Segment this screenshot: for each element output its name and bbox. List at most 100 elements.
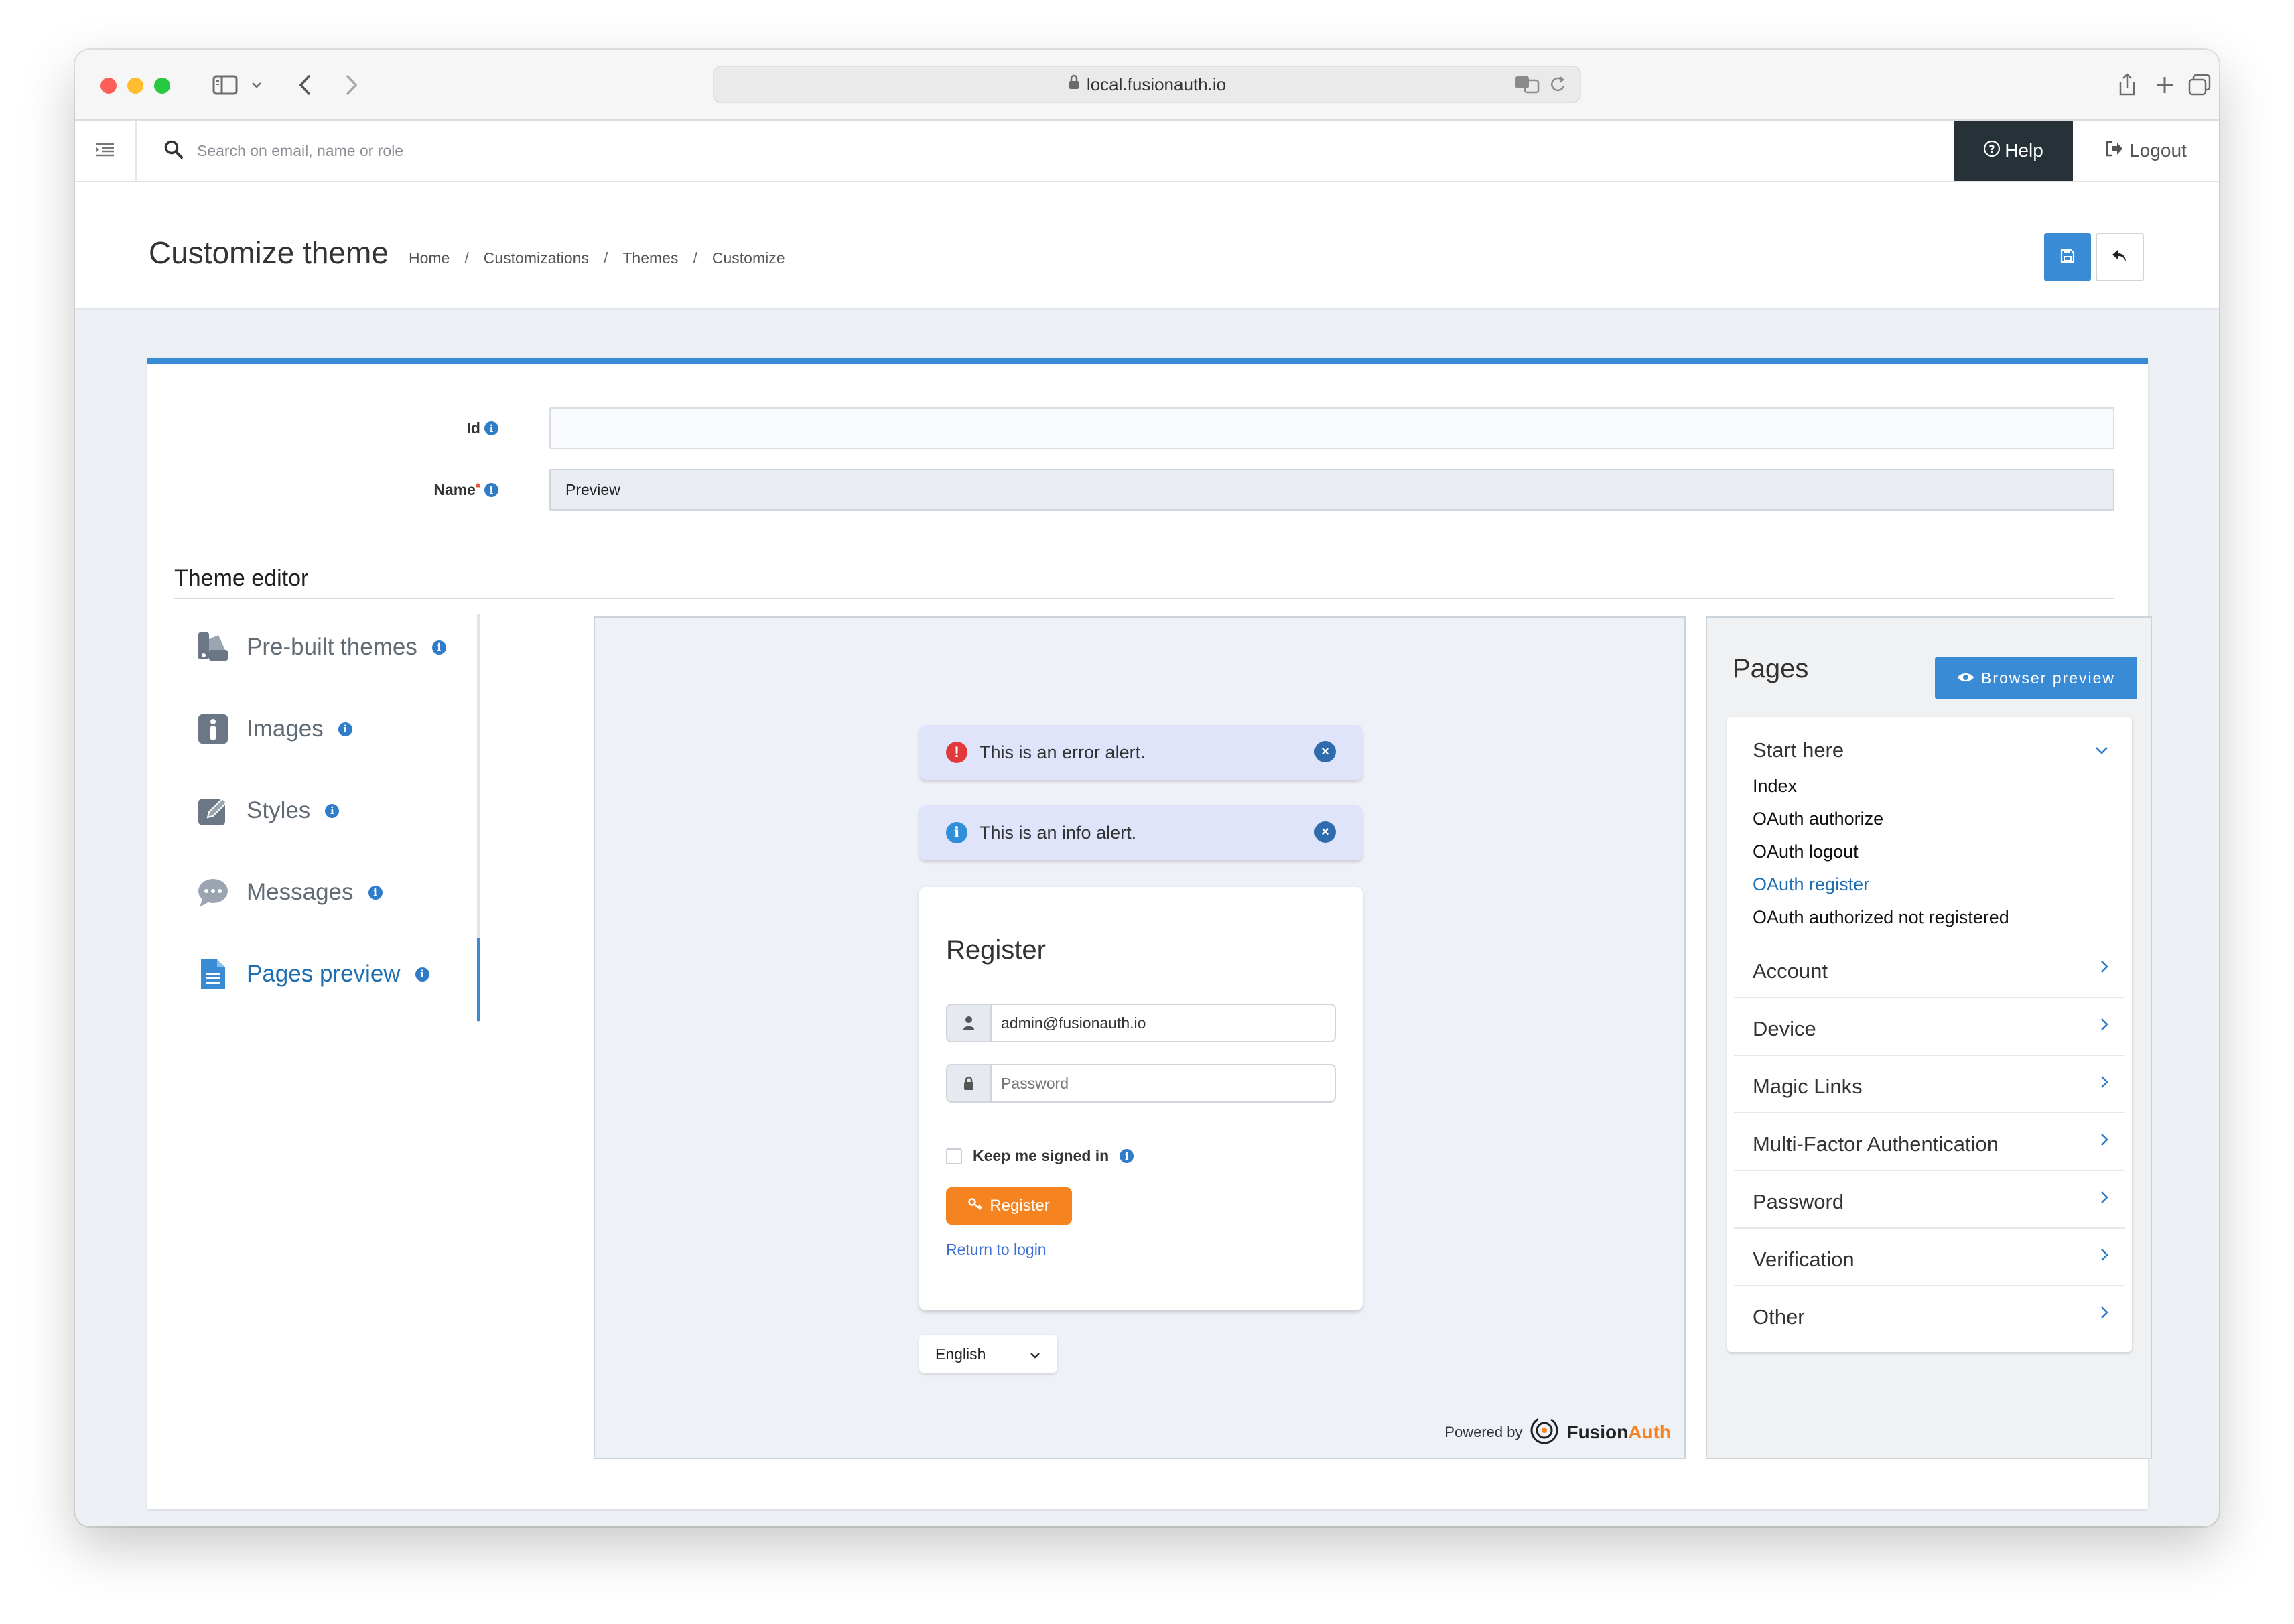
- breadcrumb-customizations[interactable]: Customizations: [484, 249, 589, 267]
- page-item-oauth-authorize[interactable]: OAuth authorize: [1753, 809, 1883, 829]
- zoom-window-button[interactable]: [154, 78, 170, 94]
- info-icon[interactable]: i: [484, 483, 498, 497]
- info-icon[interactable]: i: [415, 967, 429, 982]
- pages-panel: Pages Browser preview Start here Index O…: [1706, 616, 2152, 1459]
- info-icon[interactable]: i: [338, 722, 352, 736]
- info-circle-icon: i: [946, 822, 967, 843]
- nav-item-messages[interactable]: Messages i: [194, 872, 383, 912]
- breadcrumb-customize: Customize: [712, 249, 785, 267]
- app-header: ? Help Logout: [75, 121, 2219, 182]
- return-to-login-link[interactable]: Return to login: [946, 1241, 1047, 1259]
- divider: [1734, 1112, 2125, 1113]
- undo-arrow-icon: [2111, 249, 2129, 267]
- breadcrumb-home[interactable]: Home: [409, 249, 450, 267]
- page-item-oauth-authorized-not-registered[interactable]: OAuth authorized not registered: [1753, 907, 2009, 928]
- info-icon[interactable]: i: [1120, 1149, 1134, 1163]
- chevron-down-icon: [1029, 1345, 1041, 1363]
- nav-item-images[interactable]: Images i: [194, 709, 352, 749]
- nav-label: Messages: [247, 879, 354, 905]
- language-select[interactable]: English: [919, 1335, 1057, 1373]
- translate-icon[interactable]: [1514, 74, 1541, 100]
- group-verification[interactable]: Verification: [1753, 1247, 1854, 1272]
- info-icon[interactable]: i: [431, 640, 446, 655]
- logout-button[interactable]: Logout: [2073, 121, 2219, 181]
- browser-preview-button[interactable]: Browser preview: [1935, 657, 2137, 699]
- nav-item-pages-preview[interactable]: Pages preview i: [194, 954, 429, 994]
- chevron-right-icon[interactable]: [2100, 1131, 2109, 1152]
- nav-label: Styles: [247, 797, 311, 823]
- chevron-right-icon[interactable]: [2100, 958, 2109, 979]
- nav-item-pre-built-themes[interactable]: Pre-built themes i: [194, 627, 446, 667]
- group-magic-links[interactable]: Magic Links: [1753, 1075, 1863, 1099]
- keep-signed-in-row: Keep me signed in i: [946, 1147, 1134, 1165]
- url-text: local.fusionauth.io: [1086, 74, 1227, 94]
- info-square-icon: [194, 710, 232, 748]
- divider: [1734, 1227, 2125, 1229]
- keep-signed-in-checkbox[interactable]: [946, 1148, 962, 1164]
- nav-label: Images: [247, 716, 324, 742]
- password-input-group: [946, 1064, 1336, 1103]
- sidebar-toggle-icon[interactable]: [206, 68, 244, 102]
- register-button[interactable]: Register: [946, 1187, 1072, 1225]
- cancel-back-button[interactable]: [2096, 233, 2144, 281]
- group-multi-factor-authentication[interactable]: Multi-Factor Authentication: [1753, 1132, 1999, 1156]
- id-field[interactable]: [549, 407, 2114, 449]
- register-title: Register: [946, 935, 1046, 965]
- id-label: Id i: [364, 419, 498, 437]
- chevron-right-icon[interactable]: [2100, 1246, 2109, 1267]
- language-value: English: [935, 1345, 986, 1363]
- pages-list: Start here Index OAuth authorize OAuth l…: [1727, 717, 2132, 1352]
- info-icon[interactable]: i: [325, 803, 340, 818]
- pages-title: Pages: [1733, 654, 1809, 683]
- email-field[interactable]: [1001, 1005, 1329, 1041]
- name-label-text: Name: [433, 481, 476, 498]
- chevron-right-icon[interactable]: [2100, 1304, 2109, 1325]
- info-icon[interactable]: i: [368, 885, 383, 900]
- breadcrumb: Home / Customizations / Themes / Customi…: [409, 249, 785, 267]
- chevron-right-icon[interactable]: [2100, 1189, 2109, 1209]
- name-field[interactable]: [549, 469, 2114, 511]
- address-bar[interactable]: local.fusionauth.io: [713, 66, 1581, 103]
- group-other[interactable]: Other: [1753, 1305, 1805, 1329]
- page-item-index[interactable]: Index: [1753, 776, 1797, 797]
- search-input[interactable]: [197, 135, 800, 166]
- share-icon[interactable]: [2110, 68, 2144, 102]
- group-start-here[interactable]: Start here: [1753, 738, 1844, 762]
- error-alert-text: This is an error alert.: [980, 742, 1146, 762]
- error-alert: ! This is an error alert. ×: [919, 725, 1363, 780]
- nav-label: Pages preview: [247, 961, 401, 987]
- breadcrumb-separator: /: [693, 249, 697, 267]
- info-icon[interactable]: i: [484, 421, 498, 435]
- breadcrumb-themes[interactable]: Themes: [622, 249, 678, 267]
- menu-toggle-button[interactable]: [75, 121, 137, 181]
- chevron-down-icon[interactable]: [247, 68, 267, 102]
- nav-item-styles[interactable]: Styles i: [194, 791, 340, 831]
- chevron-right-icon[interactable]: [2100, 1016, 2109, 1036]
- nav-label: Pre-built themes: [247, 634, 417, 660]
- close-icon[interactable]: ×: [1314, 821, 1336, 843]
- help-button[interactable]: ? Help: [1954, 121, 2073, 181]
- chevron-down-icon[interactable]: [2094, 740, 2109, 760]
- group-account[interactable]: Account: [1753, 959, 1828, 984]
- close-icon[interactable]: ×: [1314, 741, 1336, 762]
- divider: [1734, 1170, 2125, 1171]
- new-tab-icon[interactable]: [2148, 68, 2181, 102]
- powered-by: Powered by FusionAuth: [1444, 1415, 1671, 1450]
- register-button-label: Register: [990, 1197, 1050, 1215]
- group-device[interactable]: Device: [1753, 1017, 1816, 1041]
- eye-icon: [1957, 669, 1974, 687]
- page-item-oauth-logout[interactable]: OAuth logout: [1753, 841, 1859, 862]
- group-password[interactable]: Password: [1753, 1190, 1844, 1214]
- chevron-right-icon[interactable]: [2100, 1073, 2109, 1094]
- page-item-oauth-register[interactable]: OAuth register: [1753, 874, 1869, 895]
- password-field[interactable]: [1001, 1065, 1329, 1101]
- back-arrow-icon[interactable]: [288, 68, 322, 102]
- tab-overview-icon[interactable]: [2183, 68, 2216, 102]
- reload-icon[interactable]: [1548, 74, 1568, 100]
- close-window-button[interactable]: [100, 78, 117, 94]
- user-icon: [947, 1005, 992, 1041]
- forward-arrow-icon[interactable]: [335, 68, 368, 102]
- save-button[interactable]: [2044, 233, 2091, 281]
- minimize-window-button[interactable]: [127, 78, 143, 94]
- email-input-group: [946, 1004, 1336, 1042]
